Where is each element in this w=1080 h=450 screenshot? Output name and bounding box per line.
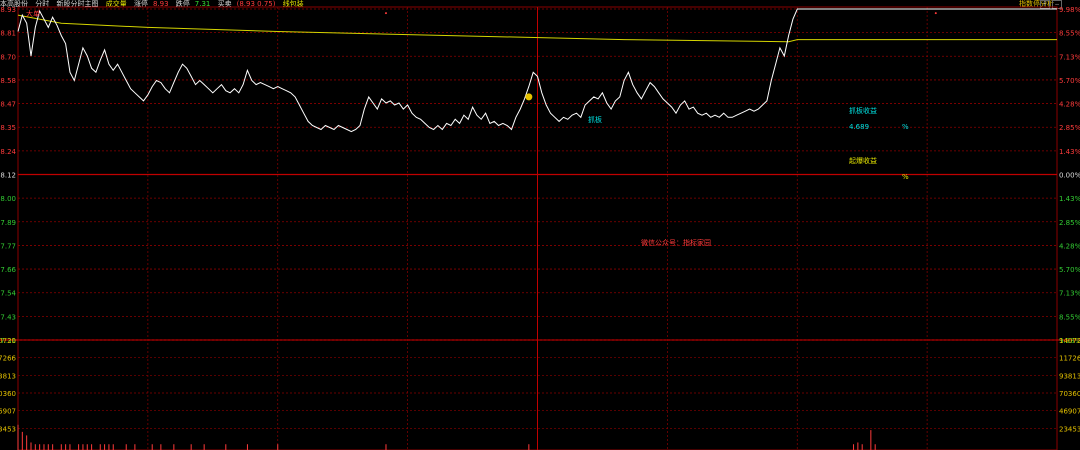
y-tick-left: 8.00 — [0, 195, 16, 203]
y-tick-right: 1.43% — [1059, 148, 1080, 156]
vol-tick-right: 70360 — [1059, 390, 1080, 398]
dip-tag: 抓板 — [588, 116, 602, 124]
y-tick-right: 7.13% — [1059, 290, 1080, 298]
watermark: 微信公众号：指标家园 — [641, 239, 711, 247]
y-tick-right: 5.70% — [1059, 77, 1080, 85]
y-tick-left: 8.35 — [0, 124, 16, 132]
boom-pct: % — [902, 173, 909, 181]
y-tick-right: 2.85% — [1059, 219, 1080, 227]
vol-tick-right: 117266 — [1059, 355, 1080, 363]
y-tick-right: 9.98% — [1059, 6, 1080, 14]
y-tick-right: 8.55% — [1059, 313, 1080, 321]
y-tick-left: 8.47 — [0, 101, 16, 109]
gain-pct: % — [902, 123, 909, 131]
chart-grid — [0, 6, 1080, 450]
y-tick-right: 0.00% — [1059, 172, 1080, 180]
y-tick-left: 8.24 — [0, 148, 16, 156]
vol-tick-left: 140720 — [0, 337, 16, 345]
y-tick-left: 8.12 — [0, 172, 16, 180]
y-tick-left: 7.89 — [0, 219, 16, 227]
point-marker — [934, 12, 937, 15]
vol-tick-right: 93813 — [1059, 372, 1080, 380]
intraday-chart[interactable]: 8.93 9.98% 8.81 8.55% 8.70 7.13% 8.58 5.70% 8.47… — [0, 0, 1080, 450]
vol-tick-right: 23453 — [1059, 425, 1080, 433]
y-tick-left: 7.54 — [0, 290, 16, 298]
vol-tick-left: 46907 — [0, 408, 16, 416]
y-tick-right: 5.70% — [1059, 266, 1080, 274]
vol-tick-right: 46907 — [1059, 408, 1080, 416]
y-tick-left: 7.66 — [0, 266, 16, 274]
y-tick-left: 7.77 — [0, 242, 16, 250]
boom-title: 起爆收益 — [849, 157, 877, 165]
y-tick-left: 8.81 — [0, 30, 16, 38]
y-tick-right: 2.85% — [1059, 124, 1080, 132]
y-tick-left: 7.43 — [0, 313, 16, 321]
vol-tick-right: 140720 — [1059, 337, 1080, 345]
y-tick-right: 8.55% — [1059, 30, 1080, 38]
vol-tick-left: 93813 — [0, 372, 16, 380]
top-left-tag: 大单 — [26, 10, 40, 18]
y-tick-left: 8.58 — [0, 77, 16, 85]
vol-tick-left: 70360 — [0, 390, 16, 398]
y-tick-right: 1.43% — [1059, 195, 1080, 203]
smiley-marker — [525, 93, 533, 101]
gain-value: 4.689 — [849, 123, 870, 131]
vol-tick-left: 117266 — [0, 355, 17, 363]
y-tick-right: 7.13% — [1059, 53, 1080, 61]
y-tick-left: 8.70 — [0, 53, 16, 61]
y-tick-right: 4.28% — [1059, 101, 1080, 109]
y-tick-left: 8.93 — [0, 6, 16, 14]
y-tick-right: 4.28% — [1059, 242, 1080, 250]
vol-tick-left: 23453 — [0, 425, 16, 433]
point-marker — [384, 12, 387, 15]
gain-title: 抓板收益 — [849, 107, 877, 115]
chart-axes: 8.93 9.98% 8.81 8.55% 8.70 7.13% 8.58 5.70% 8.47… — [0, 6, 1080, 433]
